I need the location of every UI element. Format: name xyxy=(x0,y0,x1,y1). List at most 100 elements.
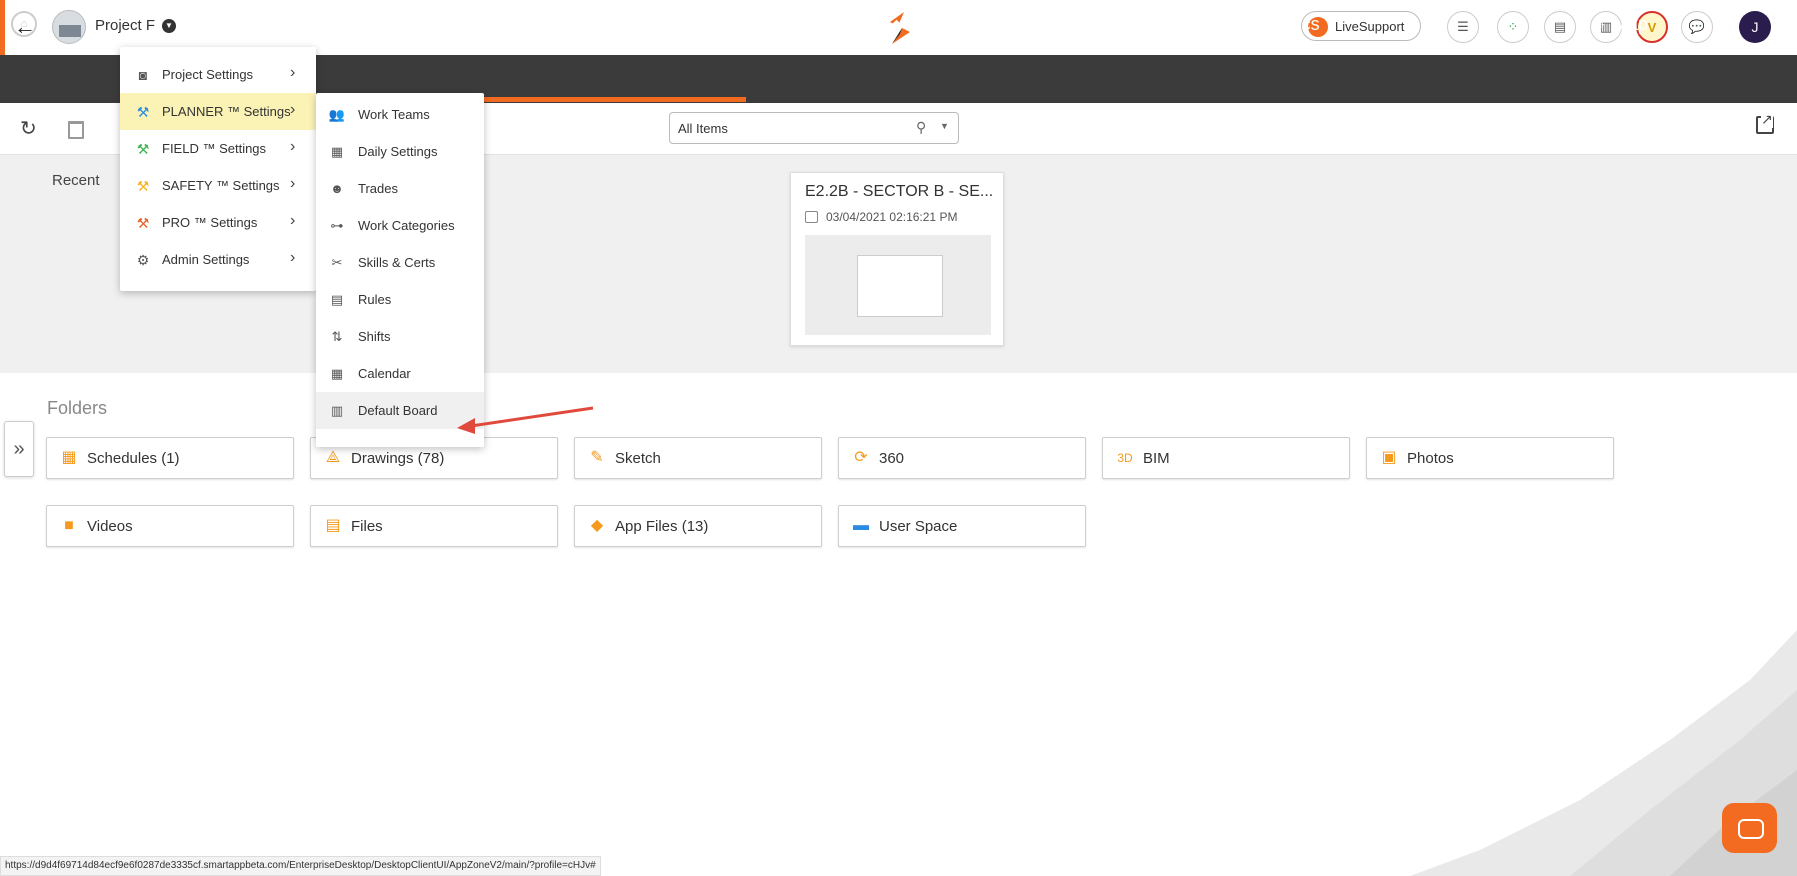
active-tab-indicator xyxy=(468,97,746,102)
hammer-icon: ⚒ xyxy=(136,178,150,194)
folder-user-space[interactable]: ▬ User Space xyxy=(838,505,1086,547)
calendar-day-icon: ▦ xyxy=(330,144,344,159)
folder-sketch[interactable]: ✎ Sketch xyxy=(574,437,822,479)
tab-map-label: Map xyxy=(1613,14,1649,34)
drive-icon: ▣ xyxy=(572,17,589,34)
hammer-icon: ⚒ xyxy=(136,141,150,157)
folder-videos[interactable]: ■ Videos xyxy=(46,505,294,547)
app-files-icon: ◆ xyxy=(590,517,604,534)
tab-map[interactable]: ⌖ Map xyxy=(1483,0,1761,48)
submenu-item-label: Work Teams xyxy=(358,107,430,122)
tab-analytics-label: Analytics xyxy=(1247,14,1320,34)
categories-icon: ⊶ xyxy=(330,218,344,233)
submenu-item-calendar[interactable]: ▦ Calendar xyxy=(316,355,484,392)
menu-item-planner-settings[interactable]: ⚒ PLANNER ™ Settings › xyxy=(120,93,316,130)
chat-launcher-icon[interactable] xyxy=(1722,803,1777,853)
submenu-item-shifts[interactable]: ⇅ Shifts xyxy=(316,318,484,355)
filter-select[interactable]: All Items ⚲ ▼ xyxy=(669,112,959,144)
drawing-thumbnail xyxy=(805,235,991,335)
folder-label: 360 xyxy=(879,450,905,467)
chevron-right-icon: › xyxy=(290,249,296,266)
recent-card[interactable]: E2.2B - SECTOR B - SE... 03/04/2021 02:1… xyxy=(790,172,1004,346)
chevron-right-icon: › xyxy=(290,64,296,81)
list-icon[interactable]: ☰ xyxy=(1447,11,1479,43)
trash-icon[interactable] xyxy=(68,121,84,139)
recent-card-title: E2.2B - SECTOR B - SE... xyxy=(805,183,994,200)
recent-card-date: 03/04/2021 02:16:21 PM xyxy=(826,210,958,224)
shifts-icon: ⇅ xyxy=(331,329,343,344)
tab-analytics[interactable]: ▥ Analytics xyxy=(1133,0,1411,48)
folder-app-files[interactable]: ◆ App Files (13) xyxy=(574,505,822,547)
tools-icon: ✂ xyxy=(331,255,343,270)
submenu-item-work-teams[interactable]: 👥 Work Teams xyxy=(316,96,484,133)
menu-item-project-settings[interactable]: ◙ Project Settings › xyxy=(120,56,316,93)
tab-drive[interactable]: ▣ Drive xyxy=(468,0,746,48)
submenu-item-daily-settings[interactable]: ▦ Daily Settings xyxy=(316,133,484,170)
recent-title: Recent xyxy=(52,172,100,189)
open-external-icon[interactable] xyxy=(1756,111,1774,134)
menu-item-field-settings[interactable]: ⚒ FIELD ™ Settings › xyxy=(120,130,316,167)
calendar-icon: ▦ xyxy=(61,449,77,466)
annotation-arrow xyxy=(457,406,594,434)
folder-bim[interactable]: 3D BIM xyxy=(1102,437,1350,479)
calendar-icon: ▦ xyxy=(330,366,344,381)
menu-item-label: Admin Settings xyxy=(162,252,250,267)
submenu-item-label: Shifts xyxy=(358,329,391,344)
submenu-item-label: Trades xyxy=(358,181,398,196)
chevron-right-icon: › xyxy=(290,101,296,118)
expand-sidebar-icon[interactable]: » xyxy=(4,421,34,477)
menu-item-label: FIELD ™ Settings xyxy=(162,141,267,156)
folder-360[interactable]: ⟳ 360 xyxy=(838,437,1086,479)
submenu-item-rules[interactable]: ▤ Rules xyxy=(316,281,484,318)
files-icon: ▤ xyxy=(325,517,341,534)
menu-item-label: SAFETY ™ Settings xyxy=(162,178,280,193)
menu-item-safety-settings[interactable]: ⚒ SAFETY ™ Settings › xyxy=(120,167,316,204)
folder-label: Sketch xyxy=(615,450,661,467)
filter-value: All Items xyxy=(678,121,728,136)
folder-label: Photos xyxy=(1407,450,1454,467)
submenu-item-work-categories[interactable]: ⊶ Work Categories xyxy=(316,207,484,244)
submenu-item-label: Default Board xyxy=(358,403,438,418)
submenu-item-trades[interactable]: ☻ Trades xyxy=(316,170,484,207)
board-icon: ▥ xyxy=(330,403,344,418)
submenu-item-label: Work Categories xyxy=(358,218,455,233)
tab-drive-label: Drive xyxy=(596,14,642,34)
photos-icon: ▣ xyxy=(1381,449,1397,466)
menu-item-label: Project Settings xyxy=(162,67,254,82)
admin-gear-icon: ⚙ xyxy=(136,252,150,268)
drawing-icon: ⟁ xyxy=(325,449,341,466)
folder-files[interactable]: ▤ Files xyxy=(310,505,558,547)
chevron-right-icon: › xyxy=(290,138,296,155)
menu-item-label: PLANNER ™ Settings xyxy=(162,104,291,119)
tab-apps[interactable]: ◆ Apps xyxy=(782,0,1060,48)
menu-item-admin-settings[interactable]: ⚙ Admin Settings › xyxy=(120,241,316,278)
menu-item-pro-settings[interactable]: ⚒ PRO ™ Settings › xyxy=(120,204,316,241)
chevron-right-icon: › xyxy=(290,175,296,192)
360-icon: ⟳ xyxy=(854,449,868,466)
user-space-icon: ▬ xyxy=(853,517,869,534)
submenu-item-label: Skills & Certs xyxy=(358,255,436,270)
submenu-item-skills-certs[interactable]: ✂ Skills & Certs xyxy=(316,244,484,281)
folder-label: App Files (13) xyxy=(615,518,709,535)
planner-settings-submenu: 👥 Work Teams ▦ Daily Settings ☻ Trades ⊶… xyxy=(316,93,484,447)
status-bar-url: https://d9d4f69714d84ecf9e6f0287de3335cf… xyxy=(0,856,601,876)
submenu-item-label: Calendar xyxy=(358,366,411,381)
clock-icon xyxy=(805,211,818,223)
refresh-icon[interactable]: ↻ xyxy=(20,116,37,141)
folder-photos[interactable]: ▣ Photos xyxy=(1366,437,1614,479)
hammer-icon: ⚒ xyxy=(136,215,150,231)
folder-schedules[interactable]: ▦ Schedules (1) xyxy=(46,437,294,479)
project-name[interactable]: Project F xyxy=(95,17,155,34)
settings-menu: ◙ Project Settings › ⚒ PLANNER ™ Setting… xyxy=(120,47,316,291)
bim-icon: 3D xyxy=(1117,451,1133,465)
sketch-icon: ✎ xyxy=(590,449,604,466)
project-dropdown-icon[interactable]: ▼ xyxy=(162,19,176,33)
worker-icon: ☻ xyxy=(330,181,344,196)
apps-icon: ◆ xyxy=(890,17,903,34)
chevron-down-icon[interactable]: ▼ xyxy=(940,121,949,131)
search-icon[interactable]: ⚲ xyxy=(916,119,926,136)
submenu-item-label: Rules xyxy=(358,292,392,307)
project-avatar[interactable] xyxy=(52,10,86,44)
home-icon[interactable]: ⌂ xyxy=(11,11,37,37)
submenu-item-label: Daily Settings xyxy=(358,144,438,159)
